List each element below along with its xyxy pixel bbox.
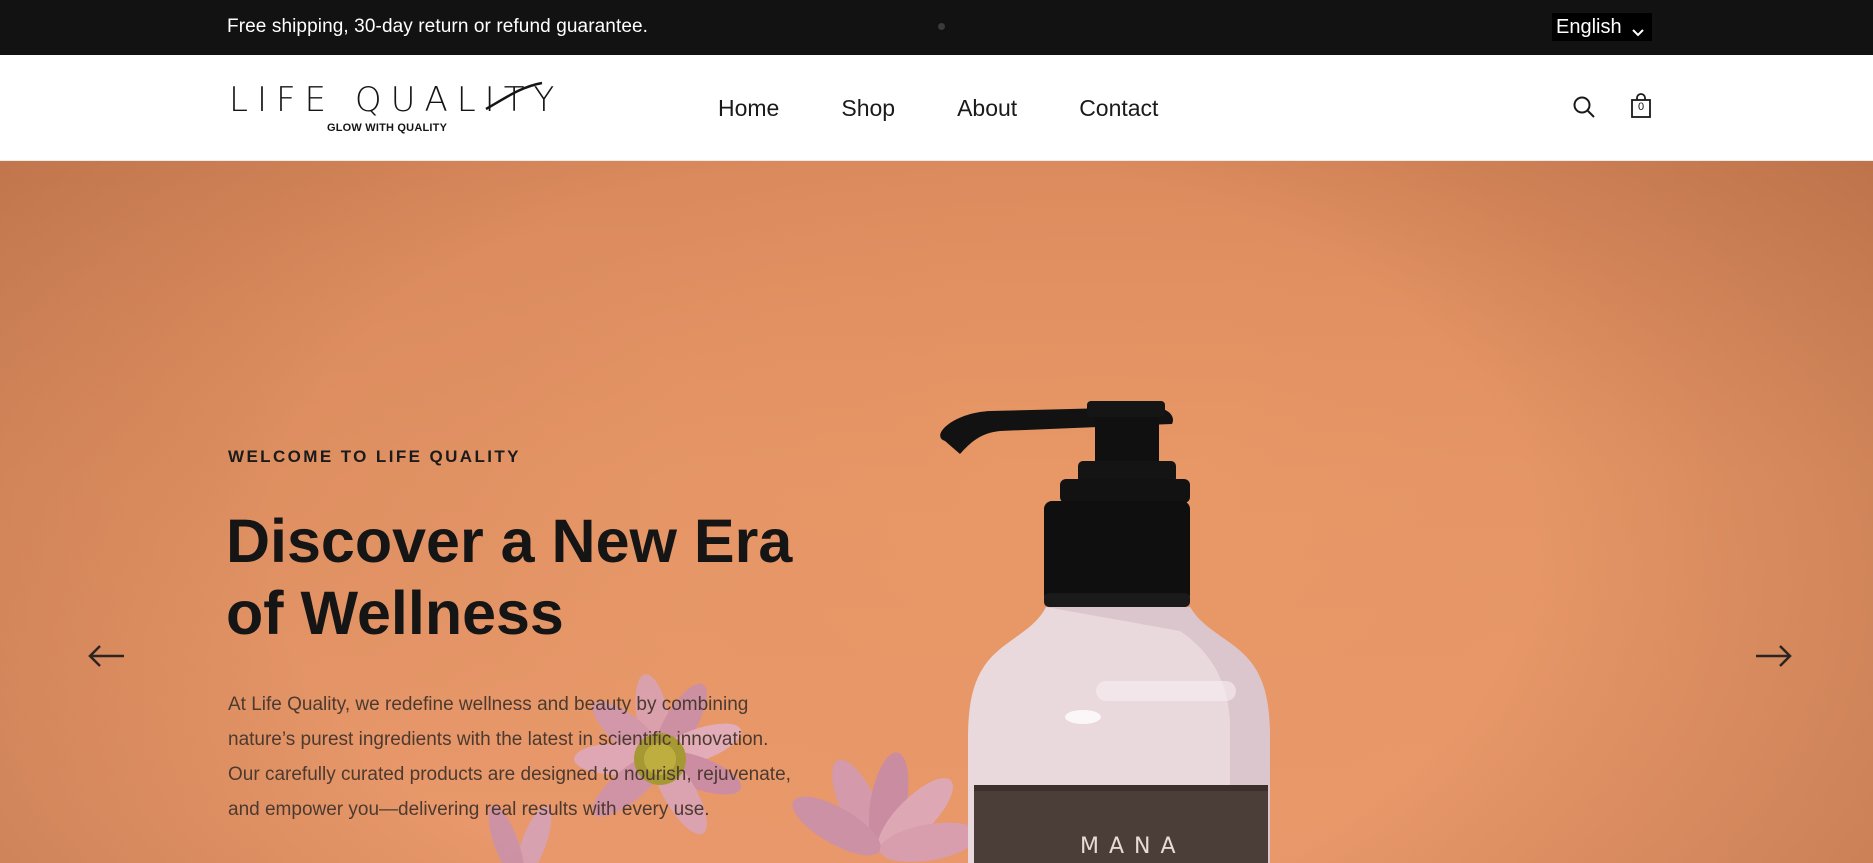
arrow-left-icon[interactable] xyxy=(84,641,130,671)
shopping-bag-icon[interactable]: 0 xyxy=(1630,93,1652,123)
announcement-dot xyxy=(938,23,945,30)
arrow-right-icon[interactable] xyxy=(1750,641,1796,671)
hero-eyebrow: WELCOME TO LIFE QUALITY xyxy=(228,447,521,466)
nav-item-about[interactable]: About xyxy=(957,95,1017,122)
product-label: MANA xyxy=(1080,834,1186,859)
chevron-down-icon xyxy=(1632,21,1644,44)
nav-item-shop[interactable]: Shop xyxy=(841,95,895,122)
hero-headline: Discover a New Era of Wellness xyxy=(226,507,793,647)
site-header: LIFE QUALITY GLOW WITH QUALITY Home Shop… xyxy=(0,55,1873,161)
language-select[interactable]: English xyxy=(1552,13,1652,41)
brand-logo[interactable]: LIFE QUALITY GLOW WITH QUALITY xyxy=(229,79,554,139)
nav-item-home[interactable]: Home xyxy=(718,95,779,122)
nav-item-contact[interactable]: Contact xyxy=(1079,95,1158,122)
announcement-text: Free shipping, 30-day return or refund g… xyxy=(227,16,649,37)
announcement-bar: Free shipping, 30-day return or refund g… xyxy=(0,0,1873,55)
brand-tagline: GLOW WITH QUALITY xyxy=(327,122,448,134)
cart-count: 0 xyxy=(1637,101,1645,113)
main-nav: Home Shop About Contact xyxy=(718,55,1158,161)
language-value: English xyxy=(1556,15,1622,38)
logo-swoosh-icon xyxy=(485,81,543,111)
hero-description: At Life Quality, we redefine wellness an… xyxy=(228,694,791,820)
search-icon[interactable] xyxy=(1572,95,1596,123)
hero-banner: MANA WELCOME TO LIFE QUALITY Discover a … xyxy=(0,161,1873,863)
